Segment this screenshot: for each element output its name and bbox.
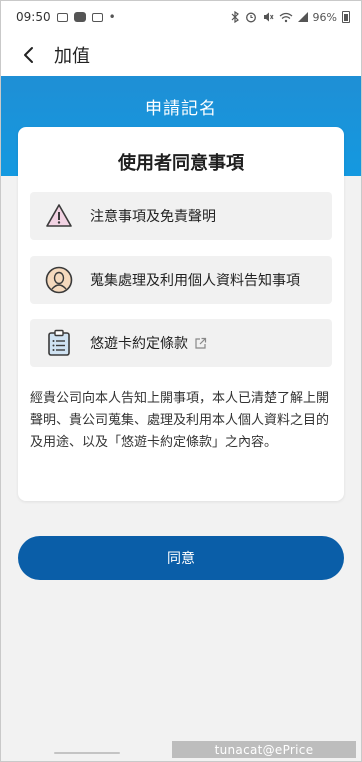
privacy-notice-label: 蒐集處理及利用個人資料告知事項	[90, 273, 300, 289]
warning-icon	[44, 201, 74, 231]
pay-notification-icon	[73, 12, 86, 22]
signal-icon	[297, 12, 308, 22]
bluetooth-icon	[231, 11, 239, 23]
disclaimer-item[interactable]: 注意事項及免責聲明	[30, 192, 332, 240]
battery-icon	[342, 11, 350, 23]
status-time: 09:50	[16, 10, 51, 24]
more-notifications-icon: •	[108, 10, 116, 24]
page-title: 加值	[54, 46, 90, 67]
terms-item[interactable]: 悠遊卡約定條款	[30, 319, 332, 367]
watermark: tunacat@ePrice	[172, 741, 356, 758]
mail-notification-icon	[91, 12, 103, 22]
banner-title: 申請記名	[145, 99, 217, 119]
status-bar: 09:50 • 96%	[0, 0, 362, 34]
chevron-left-icon	[24, 47, 33, 63]
status-right: 96%	[230, 11, 350, 24]
card-title: 使用者同意事項	[118, 153, 244, 174]
consent-card: 使用者同意事項 注意事項及免責聲明 蒐集處理及利用個人資料告知事項 悠遊卡約定條…	[18, 127, 344, 501]
status-left: 09:50 •	[16, 10, 116, 24]
back-button[interactable]	[16, 42, 42, 68]
external-link-icon	[194, 337, 207, 350]
alarm-icon	[245, 12, 256, 23]
clipboard-icon	[44, 328, 74, 358]
wifi-icon	[279, 12, 292, 22]
nav-hint	[54, 752, 120, 754]
mute-icon	[263, 12, 274, 22]
image-notification-icon	[56, 12, 68, 22]
agree-button[interactable]: 同意	[18, 536, 344, 580]
disclaimer-label: 注意事項及免責聲明	[90, 209, 216, 225]
person-icon	[44, 265, 74, 295]
privacy-notice-item[interactable]: 蒐集處理及利用個人資料告知事項	[30, 256, 332, 304]
battery-percent: 96%	[312, 10, 337, 24]
app-header: 加值	[0, 34, 362, 76]
consent-statement: 經貴公司向本人告知上開事項，本人已清楚了解上開聲明、貴公司蒐集、處理及利用本人個…	[30, 391, 330, 450]
terms-label: 悠遊卡約定條款	[90, 336, 188, 352]
